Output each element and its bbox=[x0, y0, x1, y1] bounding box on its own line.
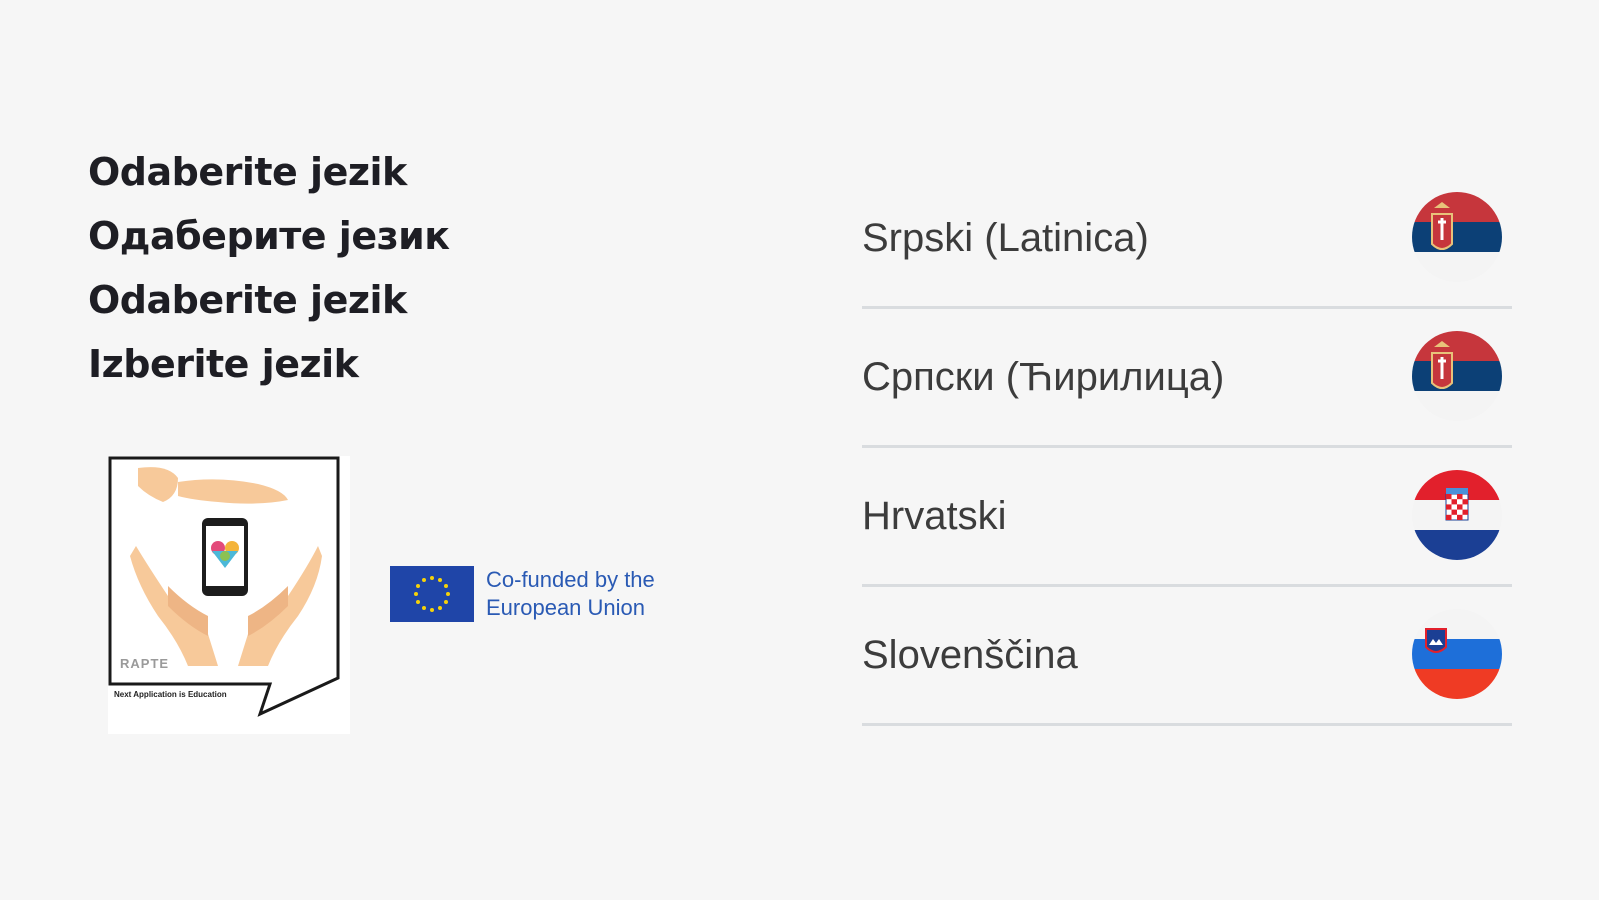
slovenia-flag-icon bbox=[1412, 609, 1502, 699]
heading-select-language-sr-latn: Odaberite jezik bbox=[88, 278, 407, 322]
serbia-flag-icon bbox=[1412, 331, 1502, 421]
app-logo: RAPTE Next Application is Education bbox=[108, 456, 350, 734]
heading-group: Odaberite jezik Одаберите језик Odaberit… bbox=[88, 140, 450, 396]
language-label: Hrvatski bbox=[862, 494, 1007, 538]
language-label: Српски (Ћирилица) bbox=[862, 355, 1225, 399]
heading-select-language-hr: Odaberite jezik bbox=[88, 150, 407, 194]
heading-select-language-sr-cyrl: Одаберите језик bbox=[88, 214, 450, 258]
language-list: Srpski (Latinica) Српски (Ћирилица) Hrva… bbox=[862, 170, 1512, 726]
logo-caption: Next Application is Education bbox=[114, 690, 227, 699]
eu-text-line1: Co-funded by the bbox=[486, 567, 655, 592]
language-label: Srpski (Latinica) bbox=[862, 216, 1149, 260]
heading-select-language-sl: Izberite jezik bbox=[88, 342, 359, 386]
croatia-flag-icon bbox=[1412, 470, 1502, 560]
language-option-slovenscina[interactable]: Slovenščina bbox=[862, 587, 1512, 726]
language-option-srpski-latinica[interactable]: Srpski (Latinica) bbox=[862, 170, 1512, 309]
eu-stars-ring bbox=[414, 576, 450, 612]
eu-cofunding-badge: Co-funded by the European Union bbox=[390, 566, 655, 622]
eu-cofunded-text: Co-funded by the European Union bbox=[486, 566, 655, 622]
language-option-srpski-cirilica[interactable]: Српски (Ћирилица) bbox=[862, 309, 1512, 448]
serbia-flag-icon bbox=[1412, 192, 1502, 282]
eu-flag-icon bbox=[390, 566, 474, 622]
language-label: Slovenščina bbox=[862, 633, 1078, 677]
language-option-hrvatski[interactable]: Hrvatski bbox=[862, 448, 1512, 587]
logo-acronym: RAPTE bbox=[120, 656, 170, 671]
language-selection-screen: Odaberite jezik Одаберите језик Odaberit… bbox=[0, 0, 1599, 900]
eu-text-line2: European Union bbox=[486, 595, 646, 620]
